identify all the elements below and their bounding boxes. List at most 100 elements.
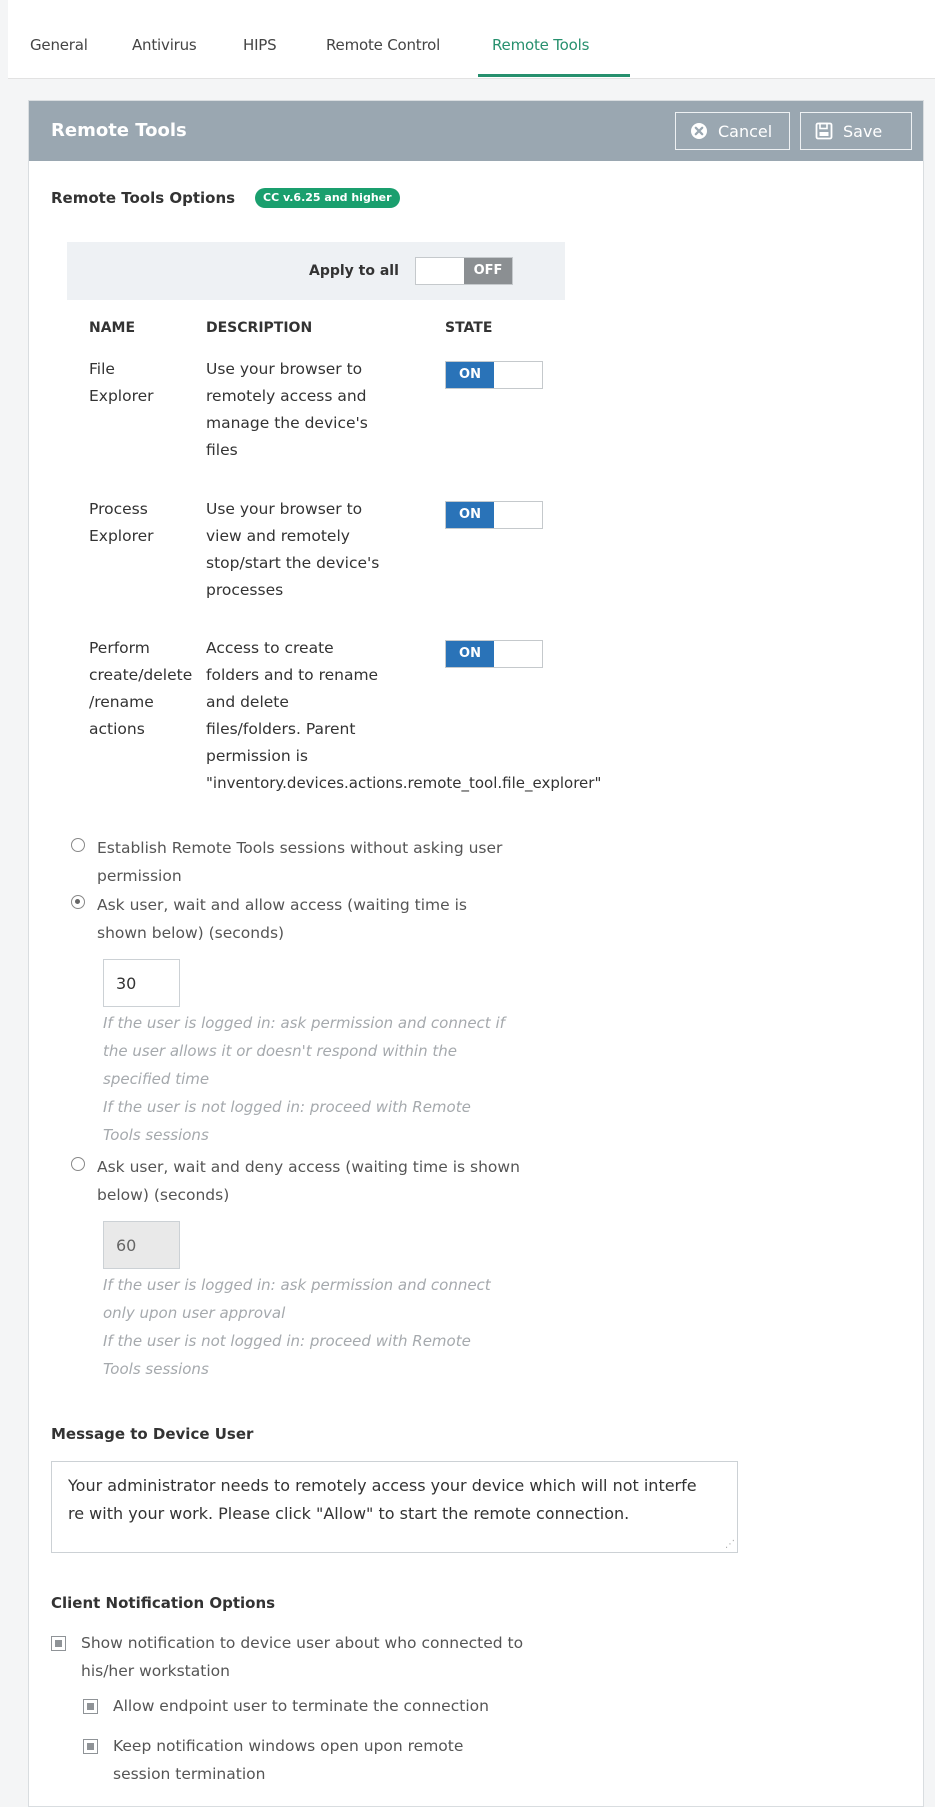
tab-remote-tools[interactable]: Remote Tools <box>492 36 589 54</box>
desc-line: "inventory.devices.actions.remote_tool.f… <box>206 774 602 792</box>
tab-hips[interactable]: HIPS <box>243 36 277 54</box>
message-title: Message to Device User <box>51 1425 254 1443</box>
apply-to-all-row: Apply to all OFF <box>67 242 565 300</box>
row-name-process-explorer: Process Explorer <box>89 496 154 550</box>
allow-wait-seconds-input[interactable]: 30 <box>103 959 180 1007</box>
notification-line: Show notification to device user about w… <box>81 1634 524 1652</box>
active-tab-indicator <box>478 74 630 77</box>
toggle-state: ON <box>446 502 494 528</box>
save-icon <box>815 122 833 140</box>
session-option-label: Establish Remote Tools sessions without … <box>97 834 567 890</box>
keep-window-open-label: Keep notification windows open upon remo… <box>113 1732 463 1788</box>
version-badge: CC v.6.25 and higher <box>255 188 400 208</box>
deny-wait-seconds-input: 60 <box>103 1221 180 1269</box>
notification-line: his/her workstation <box>81 1662 230 1680</box>
cancel-button[interactable]: Cancel <box>675 112 790 150</box>
panel-title: Remote Tools <box>51 120 187 141</box>
radio-button[interactable] <box>71 838 85 852</box>
save-button[interactable]: Save <box>800 112 912 150</box>
hint-line: If the user is not logged in: proceed wi… <box>103 1332 471 1350</box>
notification-line: session termination <box>113 1765 266 1783</box>
tab-general[interactable]: General <box>30 36 88 54</box>
toggle-state: OFF <box>464 258 512 284</box>
panel-header: Remote Tools Cancel Save <box>29 101 923 161</box>
name-line: Perform <box>89 639 150 657</box>
hint-line: Tools sessions <box>103 1360 209 1378</box>
col-header-state: STATE <box>445 320 493 336</box>
deny-access-hint: If the user is logged in: ask permission… <box>103 1271 491 1383</box>
message-line: Your administrator needs to remotely acc… <box>68 1476 697 1495</box>
show-notification-label: Show notification to device user about w… <box>81 1629 523 1685</box>
name-line: actions <box>89 720 145 738</box>
hint-line: only upon user approval <box>103 1304 286 1322</box>
col-header-name: NAME <box>89 320 136 336</box>
desc-line: manage the device's <box>206 414 368 432</box>
row-desc-process-explorer: Use your browser to view and remotely st… <box>206 496 379 604</box>
toggle-state: ON <box>446 362 494 388</box>
name-line: File <box>89 360 115 378</box>
option-line: permission <box>97 867 182 885</box>
row-desc-file-explorer: Use your browser to remotely access and … <box>206 356 368 464</box>
desc-line: stop/start the device's <box>206 554 380 572</box>
col-header-description: DESCRIPTION <box>206 320 313 336</box>
radio-button[interactable] <box>71 1157 85 1171</box>
cancel-icon <box>690 122 708 140</box>
tab-remote-control[interactable]: Remote Control <box>326 36 440 54</box>
toggle-state: ON <box>446 641 494 667</box>
desc-line: and delete <box>206 693 289 711</box>
session-option-no-permission[interactable]: Establish Remote Tools sessions without … <box>71 834 571 890</box>
notification-line: Allow endpoint user to terminate the con… <box>113 1697 489 1715</box>
hint-line: Tools sessions <box>103 1126 209 1144</box>
option-line: Establish Remote Tools sessions without … <box>97 839 503 857</box>
apply-to-all-toggle[interactable]: OFF <box>415 257 513 285</box>
hint-line: the user allows it or doesn't respond wi… <box>103 1042 457 1060</box>
message-line: re with your work. Please click "Allow" … <box>68 1504 630 1523</box>
allow-terminate-label: Allow endpoint user to terminate the con… <box>113 1692 489 1720</box>
name-line: Process <box>89 500 148 518</box>
name-line: create/delete <box>89 666 193 684</box>
name-line: /rename <box>89 693 154 711</box>
options-title: Remote Tools Options <box>51 189 236 207</box>
option-line: below) (seconds) <box>97 1186 230 1204</box>
session-option-deny-access[interactable]: Ask user, wait and deny access (waiting … <box>71 1153 571 1209</box>
allow-terminate-checkbox[interactable] <box>83 1699 98 1714</box>
resize-handle-icon[interactable]: ⋰ <box>725 1540 735 1550</box>
option-line: Ask user, wait and deny access (waiting … <box>97 1158 520 1176</box>
notifications-title: Client Notification Options <box>51 1594 276 1612</box>
desc-line: files <box>206 441 238 459</box>
desc-line: Use your browser to <box>206 500 363 518</box>
name-line: Explorer <box>89 387 154 405</box>
desc-line: processes <box>206 581 284 599</box>
file-explorer-toggle[interactable]: ON <box>445 361 543 389</box>
perform-actions-toggle[interactable]: ON <box>445 640 543 668</box>
session-option-allow-access[interactable]: Ask user, wait and allow access (waiting… <box>71 891 571 947</box>
radio-button-selected[interactable] <box>71 895 85 909</box>
desc-line: Use your browser to <box>206 360 363 378</box>
hint-line: If the user is not logged in: proceed wi… <box>103 1098 471 1116</box>
desc-line: view and remotely <box>206 527 350 545</box>
hint-line: specified time <box>103 1070 210 1088</box>
name-line: Explorer <box>89 527 154 545</box>
option-line: Ask user, wait and allow access (waiting… <box>97 896 468 914</box>
desc-line: files/folders. Parent <box>206 720 356 738</box>
remote-tools-panel: Remote Tools Cancel Save Remote Tools Op… <box>28 100 924 1807</box>
session-option-label: Ask user, wait and allow access (waiting… <box>97 891 567 947</box>
hint-line: If the user is logged in: ask permission… <box>103 1276 491 1294</box>
desc-line: remotely access and <box>206 387 367 405</box>
cancel-button-label: Cancel <box>718 121 773 141</box>
show-notification-checkbox[interactable] <box>51 1636 66 1651</box>
notification-line: Keep notification windows open upon remo… <box>113 1737 464 1755</box>
message-textarea[interactable]: Your administrator needs to remotely acc… <box>51 1461 738 1553</box>
row-name-perform-actions: Perform create/delete /rename actions <box>89 635 192 743</box>
row-name-file-explorer: File Explorer <box>89 356 154 410</box>
process-explorer-toggle[interactable]: ON <box>445 501 543 529</box>
desc-line: permission is <box>206 747 308 765</box>
allow-access-hint: If the user is logged in: ask permission… <box>103 1009 505 1149</box>
save-button-label: Save <box>843 121 883 141</box>
keep-window-open-checkbox[interactable] <box>83 1739 98 1754</box>
tab-antivirus[interactable]: Antivirus <box>132 36 197 54</box>
session-option-label: Ask user, wait and deny access (waiting … <box>97 1153 567 1209</box>
option-line: shown below) (seconds) <box>97 924 285 942</box>
hint-line: If the user is logged in: ask permission… <box>103 1014 505 1032</box>
apply-to-all-label: Apply to all <box>309 263 399 279</box>
